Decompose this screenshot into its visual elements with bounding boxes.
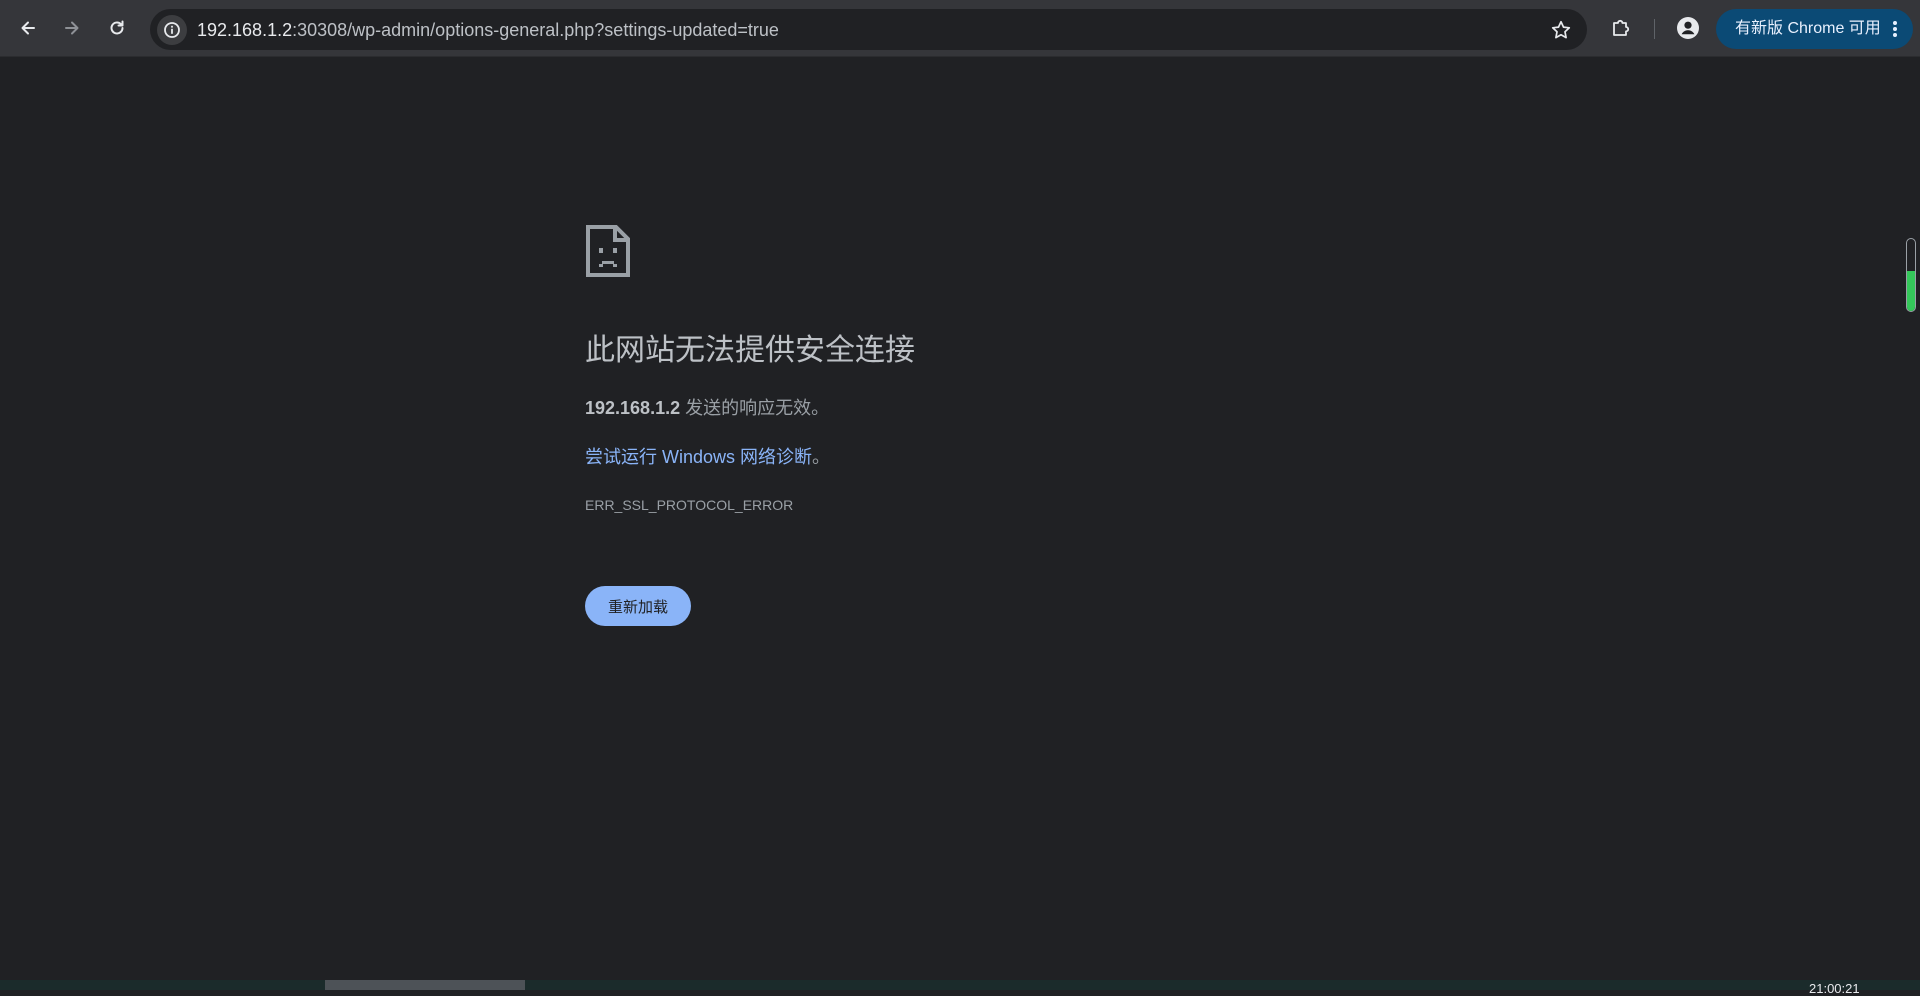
- sad-page-icon: [586, 225, 630, 277]
- person-icon: [1677, 17, 1699, 39]
- url-host: 192.168.1.2: [197, 20, 293, 40]
- arrow-right-icon: [65, 21, 79, 35]
- error-title: 此网站无法提供安全连接: [585, 334, 915, 367]
- reload-page-button[interactable]: [101, 12, 133, 44]
- chrome-update-button[interactable]: 有新版 Chrome 可用: [1716, 9, 1913, 49]
- bookmark-button[interactable]: [1549, 18, 1573, 42]
- side-level-indicator: [1906, 238, 1916, 312]
- bottom-bar: [0, 980, 1920, 990]
- forward-button[interactable]: [56, 12, 88, 44]
- info-icon: [164, 22, 180, 38]
- extensions-button[interactable]: [1605, 12, 1637, 44]
- chrome-update-label: 有新版 Chrome 可用: [1735, 20, 1881, 37]
- network-diagnostics-link[interactable]: 尝试运行 Windows 网络诊断: [585, 447, 812, 467]
- reload-icon: [110, 20, 124, 35]
- diagnostic-suffix: 。: [812, 447, 831, 467]
- reload-button[interactable]: 重新加载: [585, 586, 691, 626]
- browser-menu-button[interactable]: [1887, 17, 1903, 41]
- error-host: 192.168.1.2: [585, 398, 681, 418]
- horizontal-scrollbar-thumb[interactable]: [325, 980, 525, 990]
- puzzle-icon: [1613, 19, 1630, 36]
- side-level-fill: [1907, 271, 1915, 311]
- arrow-left-icon: [21, 21, 35, 35]
- star-icon: [1551, 20, 1571, 39]
- taskbar-clock: 21:00:21: [1809, 981, 1860, 996]
- url-text[interactable]: 192.168.1.2:30308/wp-admin/options-gener…: [197, 20, 779, 40]
- site-info-button[interactable]: [157, 15, 187, 45]
- browser-toolbar: 192.168.1.2:30308/wp-admin/options-gener…: [0, 0, 1920, 57]
- url-path: :30308/wp-admin/options-general.php?sett…: [292, 20, 779, 40]
- address-bar[interactable]: 192.168.1.2:30308/wp-admin/options-gener…: [150, 9, 1587, 50]
- back-button[interactable]: [12, 12, 44, 44]
- error-description: 192.168.1.2 发送的响应无效。: [585, 396, 829, 420]
- error-description-text: 发送的响应无效。: [680, 398, 830, 418]
- error-code[interactable]: ERR_SSL_PROTOCOL_ERROR: [585, 497, 793, 513]
- toolbar-divider: [1654, 19, 1655, 39]
- kebab-menu-icon: [1893, 21, 1897, 37]
- diagnostic-suggestion: 尝试运行 Windows 网络诊断。: [585, 445, 830, 469]
- profile-button[interactable]: [1672, 12, 1704, 44]
